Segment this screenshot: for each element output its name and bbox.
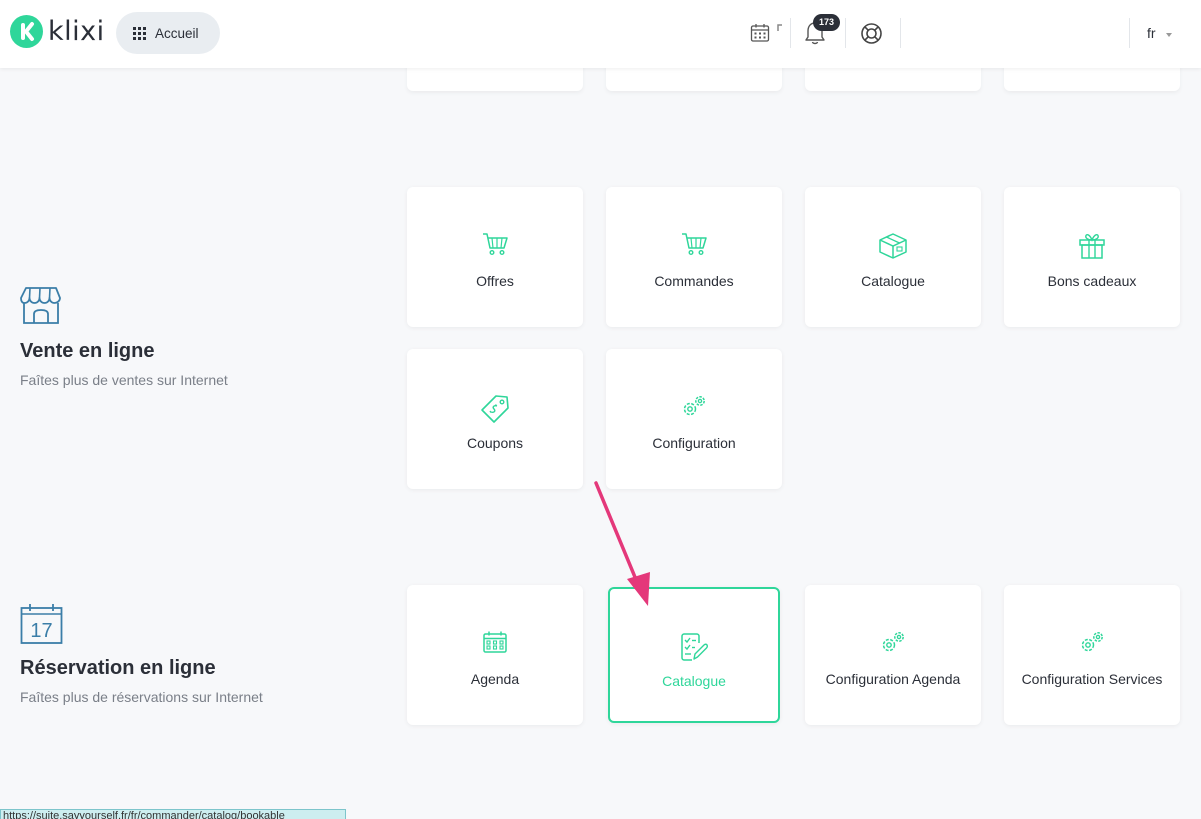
grid-icon [133, 26, 146, 40]
home-button[interactable]: Accueil [116, 12, 220, 54]
gears-icon [882, 632, 904, 652]
shop-icon [20, 287, 61, 324]
card-agenda[interactable]: Agenda [407, 585, 583, 725]
card-agenda-label: Agenda [470, 671, 520, 687]
brand-name: klixi [48, 16, 105, 47]
card-bons-cadeaux-label: Bons cadeaux [1047, 273, 1137, 289]
card-configuration-services[interactable]: Configuration Services [1004, 585, 1180, 725]
language-selector[interactable]: fr [1147, 25, 1156, 41]
klixi-logo[interactable]: klixi [10, 15, 105, 48]
home-button-label: Accueil [155, 25, 199, 41]
section-title-vente: Vente en ligne [20, 340, 155, 362]
cart-icon [483, 233, 508, 256]
notification-badge: 173 [813, 14, 840, 31]
card-coupons-label: Coupons [466, 435, 524, 451]
section-subtitle-vente: Faîtes plus de ventes sur Internet [20, 372, 228, 388]
calendar-icon [483, 631, 507, 653]
card-offres-label: Offres [476, 273, 514, 289]
calendar-17-icon: 17 [20, 604, 63, 644]
help-lifebuoy-icon[interactable] [860, 22, 883, 45]
annotation-arrow [594, 481, 650, 606]
card-configuration-agenda[interactable]: Configuration Agenda [805, 585, 981, 725]
card-catalogue-vente[interactable]: Catalogue [805, 187, 981, 327]
section-title-reservation: Réservation en ligne [20, 657, 216, 679]
header-divider [790, 18, 791, 48]
card-commandes-label: Commandes [654, 273, 734, 289]
section-subtitle-reservation: Faîtes plus de réservations sur Internet [20, 689, 263, 705]
cart-icon [682, 233, 707, 256]
card-coupons[interactable]: Coupons [407, 349, 583, 489]
calendar-day: 17 [30, 620, 52, 642]
header-divider [845, 18, 846, 48]
chevron-down-icon[interactable] [1166, 33, 1172, 37]
card-bons-cadeaux[interactable]: Bons cadeaux [1004, 187, 1180, 327]
tag-icon [481, 395, 509, 423]
card-configuration-agenda-label: Configuration Agenda [825, 671, 961, 687]
checklist-edit-icon [681, 633, 708, 661]
gift-icon [1079, 233, 1105, 259]
top-bar: klixi Accueil 173 fr [0, 0, 1201, 68]
card-commandes[interactable]: Commandes [606, 187, 782, 327]
klixi-logo-mark [10, 15, 43, 48]
gears-icon [683, 396, 705, 416]
card-configuration-label: Configuration [652, 435, 736, 451]
card-catalogue-vente-label: Catalogue [861, 273, 925, 289]
card-configuration[interactable]: Configuration [606, 349, 782, 489]
gears-icon [1081, 632, 1103, 652]
card-catalogue-reservation-label: Catalogue [662, 673, 726, 689]
browser-status-url: https://suite.sayyourself.fr/fr/commande… [0, 809, 346, 819]
card-offres[interactable]: Offres [407, 187, 583, 327]
header-divider [900, 18, 901, 48]
box-icon [879, 233, 907, 259]
calendar-icon[interactable] [750, 22, 784, 44]
card-configuration-services-label: Configuration Services [1021, 671, 1163, 687]
header-divider [1129, 18, 1130, 48]
